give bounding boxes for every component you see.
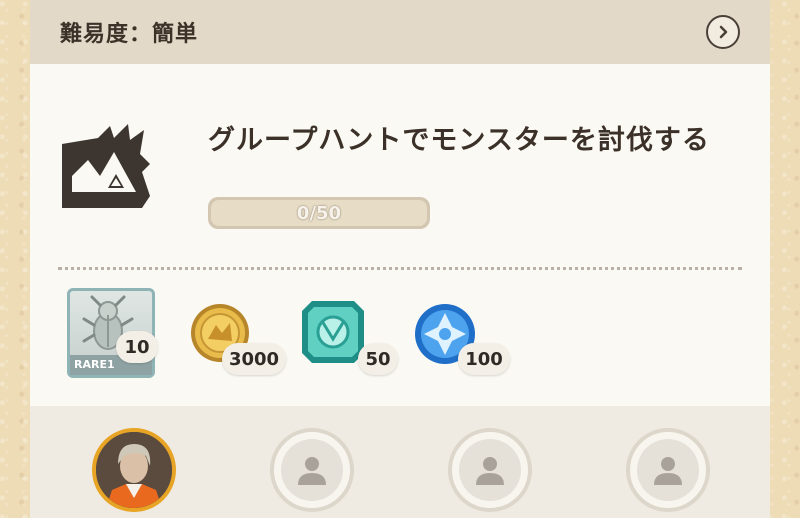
progress-track: 0/50 <box>211 200 427 226</box>
reward-count: 10 <box>116 331 158 363</box>
progress-bar: 0/50 <box>208 197 430 229</box>
green-gem-icon <box>302 301 364 363</box>
person-icon <box>476 457 504 485</box>
empty-slot[interactable] <box>448 428 532 512</box>
party-slots <box>30 406 770 518</box>
divider <box>58 267 742 270</box>
mission: グループハントでモンスターを討伐する 0/50 <box>30 64 770 269</box>
progress-text: 0/50 <box>296 202 342 224</box>
reward-count: 3000 <box>222 343 286 375</box>
player-avatar[interactable] <box>92 428 176 512</box>
reward-count: 100 <box>458 343 510 375</box>
empty-slot-inner <box>637 439 699 501</box>
person-icon <box>298 457 326 485</box>
avatar <box>96 432 172 508</box>
reward-zenny-coin[interactable]: 3000 <box>190 303 290 375</box>
reward-blue-orb[interactable]: 100 <box>414 303 524 375</box>
monster-jaw-icon <box>62 124 150 208</box>
reward-rare-material[interactable]: RARE1 10 <box>67 288 158 378</box>
mission-card: 難易度：簡単 グループハントでモンスターを討伐する 0/50 RARE1 10 … <box>30 0 770 518</box>
empty-slot[interactable] <box>270 428 354 512</box>
reward-gem[interactable]: 50 <box>300 299 400 375</box>
card-header: 難易度：簡単 <box>30 0 770 64</box>
mission-title: グループハントでモンスターを討伐する <box>208 125 710 156</box>
empty-slot-inner <box>459 439 521 501</box>
difficulty-label: 難易度：簡単 <box>60 22 199 47</box>
next-button[interactable] <box>706 15 740 49</box>
reward-count: 50 <box>358 343 398 375</box>
person-icon <box>654 457 682 485</box>
chevron-right-icon <box>719 25 728 39</box>
rewards-list: RARE1 10 3000 50 100 <box>30 285 770 385</box>
empty-slot-inner <box>281 439 343 501</box>
empty-slot[interactable] <box>626 428 710 512</box>
